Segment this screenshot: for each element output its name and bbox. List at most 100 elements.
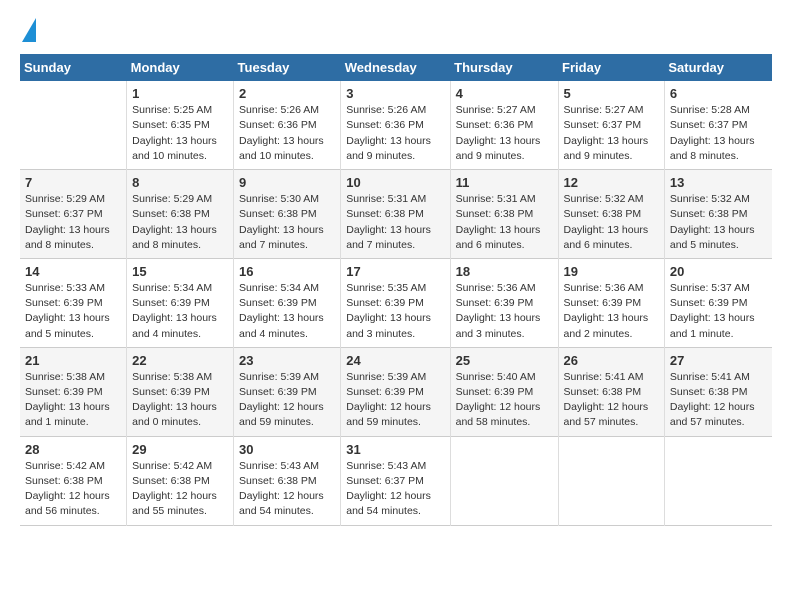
- calendar-cell: 6Sunrise: 5:28 AM Sunset: 6:37 PM Daylig…: [664, 81, 772, 169]
- calendar-cell: 14 Sunrise: 5:33 AM Sunset: 6:39 PM Dayli…: [20, 258, 127, 347]
- day-number: 31: [346, 442, 444, 457]
- day-number: 3: [346, 86, 444, 101]
- day-info: Sunrise: 5:40 AM Sunset: 6:39 PM Dayligh…: [456, 370, 553, 431]
- day-number: 15: [132, 264, 228, 279]
- calendar-cell: 11 Sunrise: 5:31 AM Sunset: 6:38 PM Dayli…: [450, 170, 558, 259]
- day-info: Sunrise: 5:35 AM Sunset: 6:39 PM Dayligh…: [346, 281, 444, 342]
- calendar-cell: 16 Sunrise: 5:34 AM Sunset: 6:39 PM Dayli…: [234, 258, 341, 347]
- calendar-cell: 2Sunrise: 5:26 AM Sunset: 6:36 PM Daylig…: [234, 81, 341, 169]
- day-info: Sunrise: 5:30 AM Sunset: 6:38 PM Dayligh…: [239, 192, 335, 253]
- day-info: Sunrise: 5:33 AM Sunset: 6:39 PM Dayligh…: [25, 281, 121, 342]
- day-number: 10: [346, 175, 444, 190]
- calendar-cell: 23 Sunrise: 5:39 AM Sunset: 6:39 PM Dayli…: [234, 347, 341, 436]
- calendar-table: SundayMondayTuesdayWednesdayThursdayFrid…: [20, 54, 772, 525]
- calendar-cell: 10 Sunrise: 5:31 AM Sunset: 6:38 PM Dayli…: [341, 170, 450, 259]
- calendar-cell: 13 Sunrise: 5:32 AM Sunset: 6:38 PM Dayli…: [664, 170, 772, 259]
- day-number: 14: [25, 264, 121, 279]
- calendar-cell: 28 Sunrise: 5:42 AM Sunset: 6:38 PM Dayli…: [20, 436, 127, 525]
- calendar-cell: 24 Sunrise: 5:39 AM Sunset: 6:39 PM Dayli…: [341, 347, 450, 436]
- calendar-cell: 21 Sunrise: 5:38 AM Sunset: 6:39 PM Dayli…: [20, 347, 127, 436]
- column-header-monday: Monday: [127, 54, 234, 81]
- day-info: Sunrise: 5:26 AM Sunset: 6:36 PM Dayligh…: [346, 103, 444, 164]
- day-info: Sunrise: 5:25 AM Sunset: 6:35 PM Dayligh…: [132, 103, 228, 164]
- day-info: Sunrise: 5:27 AM Sunset: 6:37 PM Dayligh…: [564, 103, 659, 164]
- calendar-cell: [664, 436, 772, 525]
- calendar-cell: [450, 436, 558, 525]
- calendar-cell: 8 Sunrise: 5:29 AM Sunset: 6:38 PM Daylig…: [127, 170, 234, 259]
- calendar-cell: 7 Sunrise: 5:29 AM Sunset: 6:37 PM Daylig…: [20, 170, 127, 259]
- day-info: Sunrise: 5:39 AM Sunset: 6:39 PM Dayligh…: [239, 370, 335, 431]
- day-number: 9: [239, 175, 335, 190]
- day-info: Sunrise: 5:29 AM Sunset: 6:37 PM Dayligh…: [25, 192, 121, 253]
- calendar-cell: 29Sunrise: 5:42 AM Sunset: 6:38 PM Dayli…: [127, 436, 234, 525]
- week-row-4: 21 Sunrise: 5:38 AM Sunset: 6:39 PM Dayli…: [20, 347, 772, 436]
- calendar-cell: 15 Sunrise: 5:34 AM Sunset: 6:39 PM Dayli…: [127, 258, 234, 347]
- calendar-cell: 5 Sunrise: 5:27 AM Sunset: 6:37 PM Daylig…: [558, 81, 664, 169]
- week-row-3: 14 Sunrise: 5:33 AM Sunset: 6:39 PM Dayli…: [20, 258, 772, 347]
- header-row: SundayMondayTuesdayWednesdayThursdayFrid…: [20, 54, 772, 81]
- day-info: Sunrise: 5:38 AM Sunset: 6:39 PM Dayligh…: [25, 370, 121, 431]
- day-number: 19: [564, 264, 659, 279]
- calendar-cell: 20Sunrise: 5:37 AM Sunset: 6:39 PM Dayli…: [664, 258, 772, 347]
- day-info: Sunrise: 5:31 AM Sunset: 6:38 PM Dayligh…: [456, 192, 553, 253]
- day-info: Sunrise: 5:38 AM Sunset: 6:39 PM Dayligh…: [132, 370, 228, 431]
- column-header-thursday: Thursday: [450, 54, 558, 81]
- day-info: Sunrise: 5:36 AM Sunset: 6:39 PM Dayligh…: [564, 281, 659, 342]
- day-number: 13: [670, 175, 767, 190]
- day-number: 22: [132, 353, 228, 368]
- day-info: Sunrise: 5:29 AM Sunset: 6:38 PM Dayligh…: [132, 192, 228, 253]
- column-header-friday: Friday: [558, 54, 664, 81]
- calendar-cell: 3 Sunrise: 5:26 AM Sunset: 6:36 PM Daylig…: [341, 81, 450, 169]
- calendar-cell: [20, 81, 127, 169]
- calendar-cell: 27Sunrise: 5:41 AM Sunset: 6:38 PM Dayli…: [664, 347, 772, 436]
- day-info: Sunrise: 5:39 AM Sunset: 6:39 PM Dayligh…: [346, 370, 444, 431]
- day-number: 7: [25, 175, 121, 190]
- day-info: Sunrise: 5:31 AM Sunset: 6:38 PM Dayligh…: [346, 192, 444, 253]
- calendar-cell: 4 Sunrise: 5:27 AM Sunset: 6:36 PM Daylig…: [450, 81, 558, 169]
- day-number: 1: [132, 86, 228, 101]
- day-info: Sunrise: 5:34 AM Sunset: 6:39 PM Dayligh…: [132, 281, 228, 342]
- calendar-cell: 17 Sunrise: 5:35 AM Sunset: 6:39 PM Dayli…: [341, 258, 450, 347]
- day-number: 17: [346, 264, 444, 279]
- day-number: 16: [239, 264, 335, 279]
- calendar-cell: 30 Sunrise: 5:43 AM Sunset: 6:38 PM Dayli…: [234, 436, 341, 525]
- page-header: [20, 20, 772, 44]
- day-info: Sunrise: 5:42 AM Sunset: 6:38 PM Dayligh…: [132, 459, 228, 520]
- day-info: Sunrise: 5:34 AM Sunset: 6:39 PM Dayligh…: [239, 281, 335, 342]
- day-number: 5: [564, 86, 659, 101]
- day-number: 18: [456, 264, 553, 279]
- calendar-cell: 22 Sunrise: 5:38 AM Sunset: 6:39 PM Dayli…: [127, 347, 234, 436]
- calendar-cell: 12 Sunrise: 5:32 AM Sunset: 6:38 PM Dayli…: [558, 170, 664, 259]
- calendar-cell: 9 Sunrise: 5:30 AM Sunset: 6:38 PM Daylig…: [234, 170, 341, 259]
- day-number: 26: [564, 353, 659, 368]
- day-number: 25: [456, 353, 553, 368]
- day-number: 12: [564, 175, 659, 190]
- calendar-cell: [558, 436, 664, 525]
- day-number: 24: [346, 353, 444, 368]
- day-info: Sunrise: 5:27 AM Sunset: 6:36 PM Dayligh…: [456, 103, 553, 164]
- day-info: Sunrise: 5:43 AM Sunset: 6:38 PM Dayligh…: [239, 459, 335, 520]
- day-info: Sunrise: 5:32 AM Sunset: 6:38 PM Dayligh…: [670, 192, 767, 253]
- day-info: Sunrise: 5:41 AM Sunset: 6:38 PM Dayligh…: [670, 370, 767, 431]
- column-header-sunday: Sunday: [20, 54, 127, 81]
- day-info: Sunrise: 5:32 AM Sunset: 6:38 PM Dayligh…: [564, 192, 659, 253]
- calendar-cell: 31Sunrise: 5:43 AM Sunset: 6:37 PM Dayli…: [341, 436, 450, 525]
- day-number: 2: [239, 86, 335, 101]
- calendar-cell: 25 Sunrise: 5:40 AM Sunset: 6:39 PM Dayli…: [450, 347, 558, 436]
- day-number: 30: [239, 442, 335, 457]
- day-number: 11: [456, 175, 553, 190]
- day-info: Sunrise: 5:42 AM Sunset: 6:38 PM Dayligh…: [25, 459, 121, 520]
- week-row-5: 28 Sunrise: 5:42 AM Sunset: 6:38 PM Dayli…: [20, 436, 772, 525]
- day-info: Sunrise: 5:41 AM Sunset: 6:38 PM Dayligh…: [564, 370, 659, 431]
- day-number: 4: [456, 86, 553, 101]
- logo: [20, 20, 36, 44]
- logo-triangle-icon: [22, 18, 36, 42]
- day-info: Sunrise: 5:28 AM Sunset: 6:37 PM Dayligh…: [670, 103, 767, 164]
- day-number: 21: [25, 353, 121, 368]
- week-row-1: 1 Sunrise: 5:25 AM Sunset: 6:35 PM Daylig…: [20, 81, 772, 169]
- day-number: 23: [239, 353, 335, 368]
- day-number: 28: [25, 442, 121, 457]
- column-header-saturday: Saturday: [664, 54, 772, 81]
- calendar-cell: 26 Sunrise: 5:41 AM Sunset: 6:38 PM Dayli…: [558, 347, 664, 436]
- day-number: 8: [132, 175, 228, 190]
